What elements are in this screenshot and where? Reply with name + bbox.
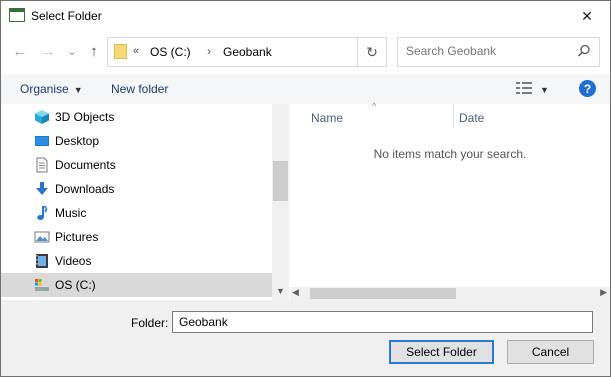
refresh-icon: ↻ (366, 43, 378, 60)
documents-icon (34, 157, 50, 173)
content-scrollbar-thumb[interactable] (310, 288, 456, 299)
scroll-down-icon[interactable]: ▼ (272, 286, 289, 298)
column-header-date[interactable]: Date (459, 111, 484, 125)
title-bar: Select Folder ✕ (1, 1, 610, 31)
recent-locations-button[interactable]: ⌄ (65, 41, 79, 61)
organise-label: Organise (20, 82, 69, 96)
drive-icon (34, 277, 50, 293)
window-icon (9, 8, 25, 22)
nav-scrollbar-thumb[interactable] (273, 161, 288, 201)
music-icon (34, 205, 50, 221)
overflow-chevron[interactable]: « (133, 45, 139, 57)
back-button[interactable]: ← (11, 41, 29, 61)
help-button[interactable]: ? (579, 80, 596, 97)
nav-item-3d-objects[interactable]: 3D Objects (1, 105, 272, 129)
navigation-pane: 3D Objects Desktop Documents Downloads M… (1, 104, 289, 300)
content-horizontal-scrollbar[interactable]: ◀ ▶ (290, 287, 610, 300)
address-bar[interactable]: « OS (C:) › Geobank ↻ (107, 37, 387, 67)
empty-message: No items match your search. (373, 147, 527, 161)
breadcrumb-os-c[interactable]: OS (C:) (150, 45, 191, 59)
pictures-icon (34, 229, 50, 245)
forward-arrow-icon: → (40, 42, 56, 60)
select-folder-button[interactable]: Select Folder (389, 340, 494, 364)
breadcrumb-separator-icon[interactable]: › (207, 44, 211, 58)
3d-objects-icon (34, 109, 50, 125)
nav-item-label: Documents (55, 158, 116, 172)
nav-item-downloads[interactable]: Downloads (1, 177, 272, 201)
sort-ascending-icon: ^ (372, 101, 377, 111)
nav-item-documents[interactable]: Documents (1, 153, 272, 177)
nav-item-pictures[interactable]: Pictures (1, 225, 272, 249)
close-icon: ✕ (581, 7, 593, 24)
videos-icon (34, 253, 50, 269)
downloads-icon (34, 181, 50, 197)
up-arrow-icon: ↑ (90, 42, 98, 60)
nav-item-label: Desktop (55, 134, 100, 148)
dialog-footer: Folder: Select Folder Cancel (1, 300, 610, 376)
column-divider[interactable] (453, 104, 454, 128)
window-title: Select Folder (31, 9, 102, 23)
file-list-pane: ^ Name Date No items match your search. … (290, 101, 610, 300)
column-header-name[interactable]: Name (311, 111, 343, 125)
nav-vertical-scrollbar[interactable]: ▼ (272, 104, 289, 300)
nav-item-label: OS (C:) (55, 278, 96, 292)
scroll-right-icon[interactable]: ▶ (600, 287, 607, 298)
nav-item-desktop[interactable]: Desktop (1, 129, 272, 153)
desktop-icon (34, 133, 50, 149)
nav-item-label: Pictures (55, 230, 99, 244)
navigation-list: 3D Objects Desktop Documents Downloads M… (1, 104, 272, 300)
change-view-button[interactable]: ▼ (516, 82, 549, 97)
chevron-down-icon: ⌄ (66, 44, 78, 58)
nav-item-videos[interactable]: Videos (1, 249, 272, 273)
details-view-icon (516, 82, 532, 97)
forward-button[interactable]: → (39, 41, 57, 61)
nav-item-label: Downloads (55, 182, 115, 196)
cancel-button[interactable]: Cancel (507, 340, 594, 364)
up-button[interactable]: ↑ (85, 41, 103, 61)
new-folder-button[interactable]: New folder (111, 82, 168, 96)
select-folder-dialog: Select Folder ✕ ← → ⌄ ↑ « OS (C:) › Geob… (0, 0, 611, 377)
search-box[interactable] (397, 37, 600, 67)
nav-item-music[interactable]: Music (1, 201, 272, 225)
refresh-button[interactable]: ↻ (357, 38, 386, 66)
organise-menu[interactable]: Organise ▼ (20, 82, 83, 96)
command-bar: Organise ▼ New folder ▼ ? (1, 74, 610, 104)
folder-icon (114, 44, 127, 59)
folder-label: Folder: (131, 316, 169, 330)
close-button[interactable]: ✕ (564, 1, 610, 31)
organise-caret-icon: ▼ (73, 85, 83, 95)
nav-item-label: 3D Objects (55, 110, 115, 124)
nav-item-label: Videos (55, 254, 92, 268)
search-icon[interactable] (577, 44, 591, 61)
folder-name-input[interactable] (172, 311, 593, 333)
search-input[interactable] (406, 44, 566, 58)
nav-item-os-c[interactable]: OS (C:) (1, 273, 272, 297)
back-arrow-icon: ← (12, 42, 28, 60)
view-caret-icon: ▼ (540, 84, 549, 95)
breadcrumb-geobank[interactable]: Geobank (223, 45, 272, 59)
scroll-left-icon[interactable]: ◀ (292, 287, 299, 298)
nav-item-label: Music (55, 206, 87, 220)
